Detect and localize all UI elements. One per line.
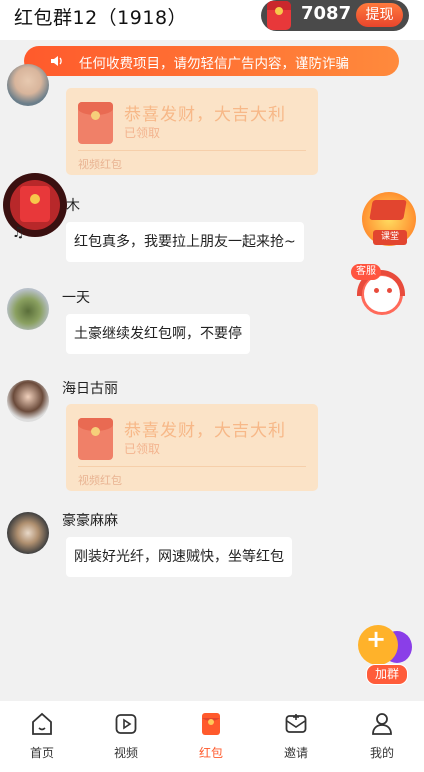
- redpacket-greeting: 恭喜发财，大吉大利: [124, 105, 286, 125]
- tab-label: 我的: [369, 746, 394, 760]
- message-bubble: 刚装好光纤，网速贼快，坐等红包: [66, 537, 292, 577]
- avatar[interactable]: [7, 64, 49, 106]
- avatar[interactable]: [7, 512, 49, 554]
- redpacket-icon: [20, 186, 50, 222]
- tab-label: 首页: [29, 746, 54, 760]
- video-icon: [115, 714, 137, 734]
- page-title: 红包群12（1918）: [14, 7, 188, 29]
- tab-invite[interactable]: 邀请: [254, 701, 338, 772]
- avatar[interactable]: [7, 380, 49, 422]
- redpacket-card[interactable]: 恭喜发财，大吉大利 已领取 视频红包: [66, 88, 318, 175]
- notice-banner: 任何收费项目，请勿轻信广告内容，谨防诈骗: [24, 46, 399, 76]
- message-bubble: 土豪继续发红包啊，不要停: [66, 314, 250, 354]
- avatar[interactable]: [7, 288, 49, 330]
- sender-name: 海日古丽: [62, 381, 118, 397]
- home-icon: [32, 712, 52, 735]
- tab-redpacket[interactable]: 红包: [169, 701, 253, 772]
- invite-icon: [285, 714, 307, 733]
- redpacket-status: 已领取: [124, 126, 161, 140]
- envelope-icon: [78, 418, 113, 460]
- sender-name: 豪豪麻麻: [62, 513, 118, 529]
- join-label: 加群: [366, 664, 408, 685]
- withdraw-button[interactable]: 提现: [356, 3, 403, 27]
- tab-label: 视频: [113, 746, 138, 760]
- join-group-button[interactable]: + 加群: [352, 621, 420, 685]
- redpacket-type: 视频红包: [78, 158, 122, 171]
- profile-icon: [372, 713, 392, 735]
- divider: [78, 466, 306, 467]
- eye-dot: [374, 288, 379, 293]
- plus-icon: +: [366, 625, 387, 653]
- redpacket-card[interactable]: 恭喜发财，大吉大利 已领取 视频红包: [66, 404, 318, 491]
- sender-name: 一天: [62, 290, 90, 306]
- divider: [78, 150, 306, 151]
- tab-profile[interactable]: 我的: [340, 701, 424, 772]
- redpacket-status: 已领取: [124, 442, 161, 456]
- redpacket-coin-icon: [267, 1, 291, 30]
- tab-home[interactable]: 首页: [0, 701, 84, 772]
- service-label: 客服: [351, 264, 381, 280]
- header-bar: 红包群12（1918） 7087 提现: [0, 0, 424, 40]
- tab-video[interactable]: 视频: [84, 701, 168, 772]
- notice-text: 任何收费项目，请勿轻信广告内容，谨防诈骗: [79, 56, 349, 72]
- speaker-icon: [51, 56, 62, 66]
- course-label: 课堂: [373, 230, 407, 245]
- message-bubble: 红包真多，我要拉上朋友一起来抢~: [66, 222, 304, 262]
- course-button[interactable]: 课堂: [362, 192, 416, 246]
- coin-balance[interactable]: 7087 提现: [261, 0, 409, 31]
- redpacket-greeting: 恭喜发财，大吉大利: [124, 421, 286, 441]
- music-note-icon: ♫: [12, 225, 25, 241]
- tab-label: 红包: [198, 746, 223, 760]
- eye-dot: [387, 288, 392, 293]
- redpacket-icon: [202, 713, 220, 735]
- bottom-tab-bar: 首页 视频 红包 邀请 我的: [0, 701, 424, 772]
- coin-count: 7087: [301, 3, 352, 24]
- tab-label: 邀请: [283, 746, 308, 760]
- customer-service-button[interactable]: 客服: [351, 264, 413, 320]
- envelope-icon: [78, 102, 113, 144]
- graduation-cap-icon: [369, 200, 407, 220]
- redpacket-type: 视频红包: [78, 474, 122, 487]
- sender-name: 木: [66, 198, 80, 214]
